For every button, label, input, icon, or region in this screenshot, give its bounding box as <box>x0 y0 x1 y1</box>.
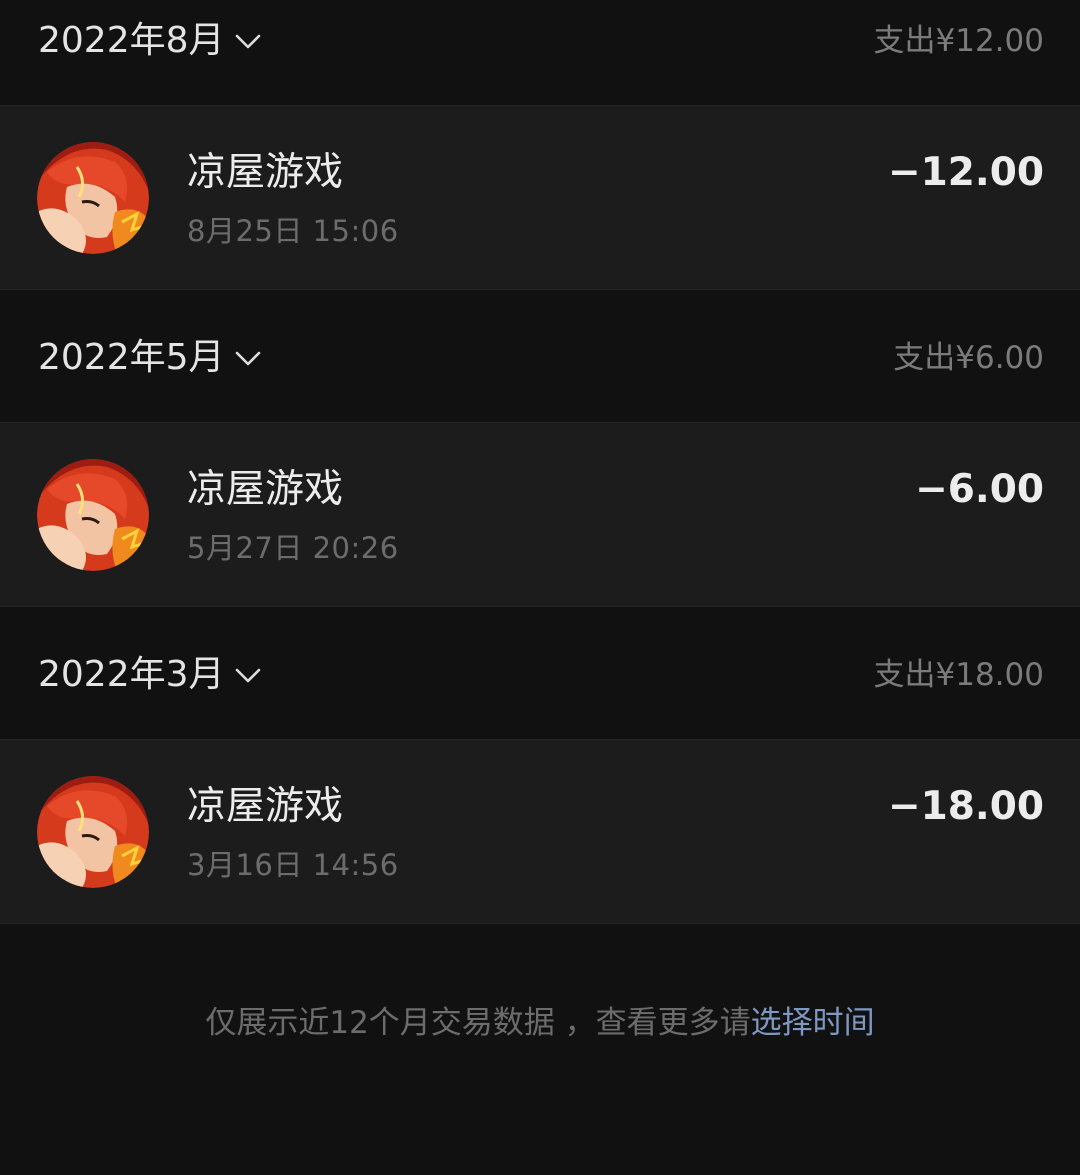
month-selector[interactable]: 2022年8月 <box>38 20 263 62</box>
transaction-amount: −6.00 <box>915 467 1044 512</box>
merchant-avatar-icon <box>37 459 149 571</box>
transaction-amount: −12.00 <box>887 150 1044 195</box>
merchant-name: 凉屋游戏 <box>187 150 344 195</box>
month-total: 支出¥12.00 <box>873 23 1044 59</box>
month-label: 2022年5月 <box>38 337 225 378</box>
history-limit-text: 仅展示近12个月交易数据 ，查看更多请 <box>205 1005 751 1041</box>
transaction-amount: −18.00 <box>887 784 1044 829</box>
transaction-time: 3月16日 14:56 <box>187 848 399 882</box>
chevron-down-icon <box>235 668 260 683</box>
month-total: 支出¥18.00 <box>873 657 1044 693</box>
month-label: 2022年8月 <box>38 20 225 61</box>
month-label: 2022年3月 <box>38 654 225 695</box>
transaction-time: 8月25日 15:06 <box>187 214 399 248</box>
chevron-down-icon <box>235 34 260 49</box>
month-total: 支出¥6.00 <box>893 340 1044 376</box>
month-selector[interactable]: 2022年5月 <box>38 337 263 379</box>
transaction-row[interactable]: 凉屋游戏 3月16日 14:56 −18.00 <box>0 739 1080 924</box>
transaction-time: 5月27日 20:26 <box>187 531 399 565</box>
transaction-row[interactable]: 凉屋游戏 8月25日 15:06 −12.00 <box>0 105 1080 290</box>
history-limit-note: 仅展示近12个月交易数据 ，查看更多请选择时间 <box>0 1002 1080 1044</box>
chevron-down-icon <box>235 351 260 366</box>
month-header-2022-05: 2022年5月 支出¥6.00 <box>0 290 1080 422</box>
transaction-row[interactable]: 凉屋游戏 5月27日 20:26 −6.00 <box>0 422 1080 607</box>
month-header-2022-08: 2022年8月 支出¥12.00 <box>0 0 1080 105</box>
merchant-name: 凉屋游戏 <box>187 784 344 829</box>
select-time-link[interactable]: 选择时间 <box>751 1005 875 1041</box>
month-header-2022-03: 2022年3月 支出¥18.00 <box>0 607 1080 739</box>
month-selector[interactable]: 2022年3月 <box>38 654 263 696</box>
merchant-avatar-icon <box>37 776 149 888</box>
transaction-history-page: 2022年8月 支出¥12.00 凉屋游戏 8月25日 15:06 −12.00… <box>0 0 1080 1175</box>
merchant-avatar-icon <box>37 142 149 254</box>
merchant-name: 凉屋游戏 <box>187 467 344 512</box>
